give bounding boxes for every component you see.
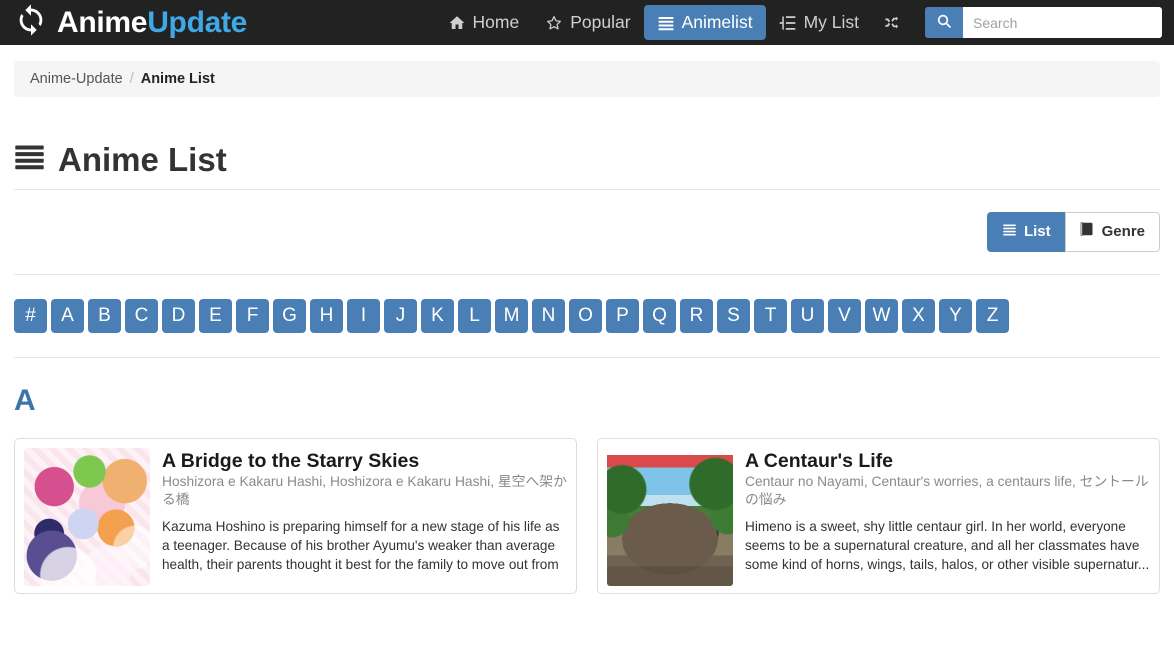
star-icon [545, 14, 563, 32]
view-toggle-list-button[interactable]: List [986, 212, 1065, 252]
view-toggle-row: List Genre [14, 190, 1160, 274]
anime-card-body: A Bridge to the Starry Skies Hoshizora e… [162, 448, 567, 584]
nav-item-home[interactable]: Home [435, 5, 533, 40]
alpha-button-d[interactable]: D [162, 298, 195, 333]
anime-card[interactable]: A Bridge to the Starry Skies Hoshizora e… [14, 437, 577, 594]
brand-text-primary: Anime [57, 5, 148, 39]
alpha-button-a[interactable]: A [51, 298, 84, 333]
alpha-button-s[interactable]: S [717, 298, 750, 333]
alpha-button-f[interactable]: F [236, 298, 269, 333]
alpha-button-r[interactable]: R [680, 298, 713, 333]
search-group [925, 7, 1162, 38]
alpha-button-l[interactable]: L [458, 298, 491, 333]
refresh-sync-icon [14, 3, 48, 42]
alpha-button-q[interactable]: Q [643, 298, 676, 333]
breadcrumb: Anime-Update / Anime List [14, 61, 1160, 97]
alphabet-divider [14, 356, 1160, 358]
view-toggle-list-label: List [1023, 222, 1051, 240]
alpha-button-z[interactable]: Z [976, 298, 1009, 333]
breadcrumb-separator: / [129, 71, 134, 87]
anime-alt-titles: Hoshizora e Kakaru Hashi, Hoshizora e Ka… [162, 474, 567, 508]
page-title: Anime List [58, 140, 227, 178]
alpha-button-x[interactable]: X [902, 298, 935, 333]
section-letter-heading: A [14, 383, 36, 417]
main-content: Anime List List Genre # A B C D E F G H … [0, 141, 1174, 358]
alphabet-filter-row: # A B C D E F G H I J K L M N O P Q R S … [14, 275, 1160, 357]
alpha-button-k[interactable]: K [421, 298, 454, 333]
anime-description: Himeno is a sweet, shy little centaur gi… [745, 518, 1150, 573]
alpha-button-h[interactable]: H [310, 298, 343, 333]
search-button[interactable] [925, 7, 963, 38]
nav-label-popular: Popular [570, 12, 631, 32]
anime-thumbnail [24, 447, 150, 586]
anime-title: A Bridge to the Starry Skies [162, 449, 420, 472]
alpha-button-y[interactable]: Y [939, 298, 972, 333]
anime-alt-titles: Centaur no Nayami, Centaur's worries, a … [745, 474, 1149, 508]
view-toggle-genre-label: Genre [1101, 222, 1145, 240]
brand-logo[interactable]: AnimeUpdate [8, 3, 247, 42]
alpha-button-u[interactable]: U [791, 298, 824, 333]
anime-thumbnail [607, 447, 733, 586]
page-title-row: Anime List [14, 141, 1160, 177]
anime-card-grid: A Bridge to the Starry Skies Hoshizora e… [0, 437, 1174, 594]
anime-card-body: A Centaur's Life Centaur no Nayami, Cent… [745, 448, 1150, 584]
nav-label-mylist: My List [803, 12, 859, 32]
search-icon [936, 13, 952, 32]
alpha-button-hash[interactable]: # [14, 298, 47, 333]
alpha-button-i[interactable]: I [347, 298, 380, 333]
search-input[interactable] [963, 7, 1162, 38]
book-icon [1080, 221, 1095, 243]
alpha-button-v[interactable]: V [828, 298, 861, 333]
nav-item-mylist[interactable]: My List [766, 5, 872, 40]
breadcrumb-wrapper: Anime-Update / Anime List [0, 45, 1174, 97]
anime-card[interactable]: A Centaur's Life Centaur no Nayami, Cent… [597, 437, 1160, 594]
bars-icon [657, 14, 675, 32]
alpha-button-e[interactable]: E [199, 298, 232, 333]
view-toggle-genre-button[interactable]: Genre [1064, 212, 1160, 252]
nav-label-animelist: Animelist [681, 12, 753, 32]
nav-item-random[interactable] [872, 6, 913, 39]
top-navbar: AnimeUpdate Home Popular Animelist My Li… [0, 0, 1174, 45]
shuffle-icon [883, 13, 902, 32]
bars-icon [14, 141, 45, 177]
nav-item-popular[interactable]: Popular [532, 5, 643, 40]
alpha-button-m[interactable]: M [495, 298, 528, 333]
list-indent-icon [779, 14, 797, 32]
anime-description: Kazuma Hoshino is preparing himself for … [162, 518, 560, 584]
breadcrumb-current: Anime List [140, 71, 215, 87]
view-toggle-group: List Genre [986, 212, 1160, 252]
alpha-button-w[interactable]: W [865, 298, 898, 333]
brand-text: AnimeUpdate [57, 5, 248, 39]
alpha-button-n[interactable]: N [532, 298, 565, 333]
alpha-button-j[interactable]: J [384, 298, 417, 333]
alpha-button-o[interactable]: O [569, 298, 602, 333]
alpha-button-g[interactable]: G [273, 298, 306, 333]
home-icon [448, 14, 466, 32]
alpha-button-c[interactable]: C [125, 298, 158, 333]
alpha-button-p[interactable]: P [606, 298, 639, 333]
anime-title: A Centaur's Life [745, 449, 894, 472]
bars-icon [1002, 222, 1017, 243]
brand-text-secondary: Update [147, 5, 248, 39]
nav-label-home: Home [472, 12, 520, 32]
nav-links: Home Popular Animelist My List [435, 0, 913, 45]
breadcrumb-link-home[interactable]: Anime-Update [30, 71, 123, 87]
alpha-button-b[interactable]: B [88, 298, 121, 333]
nav-item-animelist[interactable]: Animelist [643, 5, 766, 40]
alpha-button-t[interactable]: T [754, 298, 787, 333]
